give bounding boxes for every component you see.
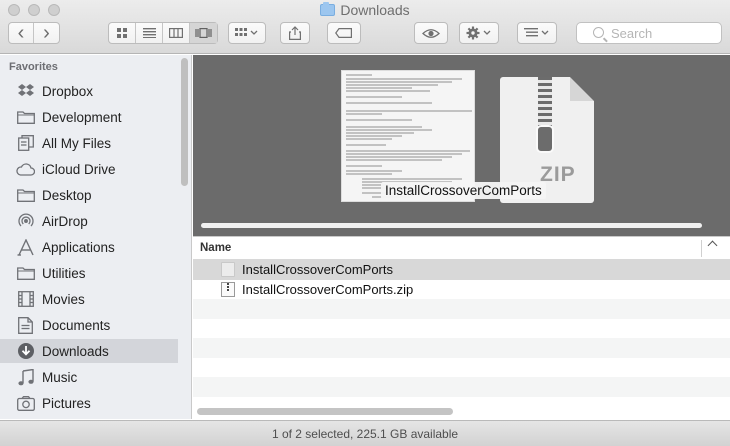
window-title-text: Downloads (340, 2, 410, 18)
sidebar-item-label: Dropbox (42, 83, 94, 99)
sidebar-item-label: Development (42, 109, 122, 125)
sidebar-item-desktop[interactable]: Desktop (0, 183, 178, 207)
coverflow-view-button[interactable] (190, 23, 217, 43)
zip-file-icon (221, 281, 235, 297)
airdrop-icon (16, 212, 35, 230)
status-text: 1 of 2 selected, 225.1 GB available (271, 426, 459, 441)
gear-icon (466, 26, 491, 40)
file-name: InstallCrossoverComPorts.zip (242, 281, 414, 297)
back-button[interactable]: ‹ (9, 22, 34, 44)
arrange-button[interactable] (228, 22, 266, 44)
search-field[interactable]: Search (576, 22, 722, 44)
downloads-icon (16, 342, 35, 360)
sidebar-heading: Favorites (9, 61, 58, 73)
sidebar-item-label: Applications (42, 239, 115, 255)
sidebar-item-label: Movies (42, 291, 85, 307)
search-placeholder: Search (611, 25, 653, 41)
dropbox-icon (16, 82, 35, 100)
column-view-button[interactable] (163, 23, 190, 43)
documents-icon (16, 316, 35, 334)
sidebar-item-movies[interactable]: Movies (0, 287, 178, 311)
sidebar-item-all-my-files[interactable]: All My Files (0, 131, 178, 155)
coverflow-preview: ZIP InstallCrossoverComPorts (193, 55, 730, 236)
status-bar: 1 of 2 selected, 225.1 GB available (0, 420, 730, 446)
tag-icon (335, 28, 352, 38)
empty-row (193, 338, 730, 358)
table-row[interactable]: InstallCrossoverComPorts (193, 260, 730, 280)
view-mode-control (108, 22, 218, 44)
list-horizontal-scrollbar[interactable] (197, 408, 453, 415)
applications-icon (16, 238, 35, 256)
file-name: InstallCrossoverComPorts (242, 262, 393, 278)
sidebar-item-airdrop[interactable]: AirDrop (0, 209, 178, 233)
action-button[interactable] (459, 22, 499, 44)
tags-button[interactable] (327, 22, 361, 44)
desktop-icon (16, 186, 35, 204)
name-column-header[interactable]: Name (200, 242, 231, 254)
sidebar-item-label: iCloud Drive (42, 161, 116, 177)
sidebar-item-label: AirDrop (42, 213, 88, 229)
music-icon (16, 368, 35, 386)
file-list: InstallCrossoverComPorts InstallCrossove… (193, 260, 730, 408)
coverflow-scrollbar[interactable] (201, 223, 702, 228)
icon-grid-icon (116, 27, 127, 38)
sidebar-item-label: Music (42, 369, 78, 385)
sidebar-item-label: Utilities (42, 265, 86, 281)
sidebar-item-applications[interactable]: Applications (0, 235, 178, 259)
view-options-button[interactable] (517, 22, 557, 44)
arrange-grid-icon (235, 28, 258, 36)
sidebar-item-label: Documents (42, 317, 111, 333)
movies-icon (16, 290, 35, 308)
sort-ascending-icon[interactable] (707, 240, 718, 251)
sidebar-item-icloud-drive[interactable]: iCloud Drive (0, 157, 178, 181)
folder-icon (16, 264, 35, 282)
sidebar-item-documents[interactable]: Documents (0, 313, 178, 337)
window-title: Downloads (0, 2, 730, 18)
sidebar: Favorites Dropbox Development All My Fil… (0, 55, 192, 419)
list-lines-icon (142, 28, 156, 38)
sidebar-item-music[interactable]: Music (0, 365, 178, 389)
sidebar-item-dropbox[interactable]: Dropbox (0, 79, 178, 103)
page-fold (570, 77, 594, 101)
sidebar-item-utilities[interactable]: Utilities (0, 261, 178, 285)
sidebar-item-label: Pictures (42, 395, 91, 411)
share-button[interactable] (280, 22, 310, 44)
sidebar-item-label: Downloads (42, 343, 109, 359)
quick-look-button[interactable] (414, 22, 448, 44)
folder-icon (16, 108, 35, 126)
list-view-button[interactable] (136, 23, 163, 43)
share-icon (289, 26, 301, 40)
preview-file-label: InstallCrossoverComPorts (381, 182, 546, 199)
coverflow-icon (195, 28, 212, 38)
empty-row (193, 358, 730, 378)
icon-view-button[interactable] (109, 23, 136, 43)
sidebar-item-pictures[interactable]: Pictures (0, 391, 178, 415)
forward-button[interactable]: › (34, 22, 59, 44)
cloud-icon (16, 160, 35, 178)
columns-icon (169, 28, 183, 38)
generic-file-icon (221, 262, 235, 278)
zipper-pull-icon (536, 125, 554, 153)
empty-row (193, 299, 730, 319)
eye-icon (422, 28, 440, 38)
empty-row (193, 377, 730, 397)
sidebar-item-label: All My Files (42, 135, 112, 151)
column-separator (701, 240, 702, 257)
pictures-icon (16, 394, 35, 412)
sidebar-item-downloads[interactable]: Downloads (0, 339, 178, 363)
all-files-icon (16, 134, 35, 152)
sidebar-item-development[interactable]: Development (0, 105, 178, 129)
sidebar-scrollbar[interactable] (181, 58, 188, 186)
list-options-icon (524, 28, 549, 37)
folder-icon (320, 2, 336, 16)
back-forward-control: ‹ › (8, 22, 60, 44)
window-toolbar: Downloads ‹ › Search (0, 0, 730, 54)
sidebar-item-label: Desktop (42, 187, 92, 203)
empty-row (193, 319, 730, 339)
table-row[interactable]: InstallCrossoverComPorts.zip (193, 280, 730, 300)
list-column-header[interactable]: Name (193, 236, 730, 260)
search-icon (593, 27, 604, 38)
